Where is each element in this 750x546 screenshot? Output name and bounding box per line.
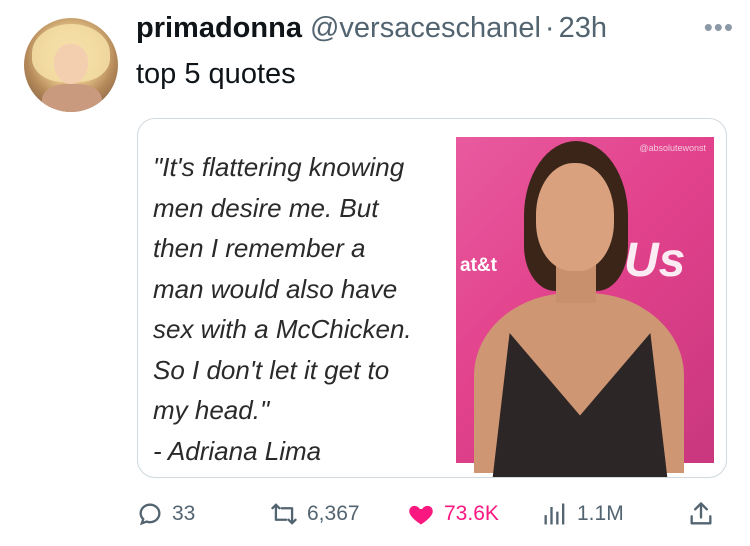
tweet-header: primadonna @versaceschanel · 23h [136, 12, 726, 52]
tweet-media[interactable]: "It's flattering knowing men desire me. … [137, 118, 727, 478]
heart-icon [406, 500, 436, 528]
reply-button[interactable]: 33 [136, 500, 195, 528]
bar-chart-icon [541, 500, 569, 528]
tweet-text: top 5 quotes [136, 58, 296, 90]
action-bar: 33 6,367 73.6K 1.1M [136, 500, 726, 536]
user-handle[interactable]: @versaceschanel [310, 12, 541, 45]
avatar[interactable] [24, 18, 118, 112]
watermark: @absolutewonst [639, 143, 706, 153]
quote-text: "It's flattering knowing men desire me. … [153, 152, 412, 466]
us-logo-text: Us [624, 234, 686, 287]
repost-count: 6,367 [307, 502, 360, 525]
person-face [536, 163, 614, 271]
like-count: 73.6K [444, 502, 499, 525]
views-button[interactable]: 1.1M [541, 500, 624, 528]
repost-arrows-icon [269, 500, 299, 528]
like-button[interactable]: 73.6K [406, 500, 499, 528]
reply-count: 33 [172, 502, 196, 525]
speech-bubble-icon [136, 500, 164, 528]
view-count: 1.1M [577, 502, 624, 525]
att-logo-text: at&t [460, 255, 497, 276]
display-name[interactable]: primadonna [136, 12, 302, 45]
share-button[interactable] [687, 500, 715, 528]
more-options-icon[interactable]: ••• [704, 14, 734, 40]
avatar-face [54, 44, 88, 84]
photo: at&t Us @absolutewonst [456, 137, 714, 477]
separator-dot: · [544, 12, 555, 44]
avatar-body [42, 84, 102, 112]
share-upload-icon [687, 500, 715, 528]
timestamp[interactable]: 23h [559, 12, 607, 45]
repost-button[interactable]: 6,367 [269, 500, 360, 528]
